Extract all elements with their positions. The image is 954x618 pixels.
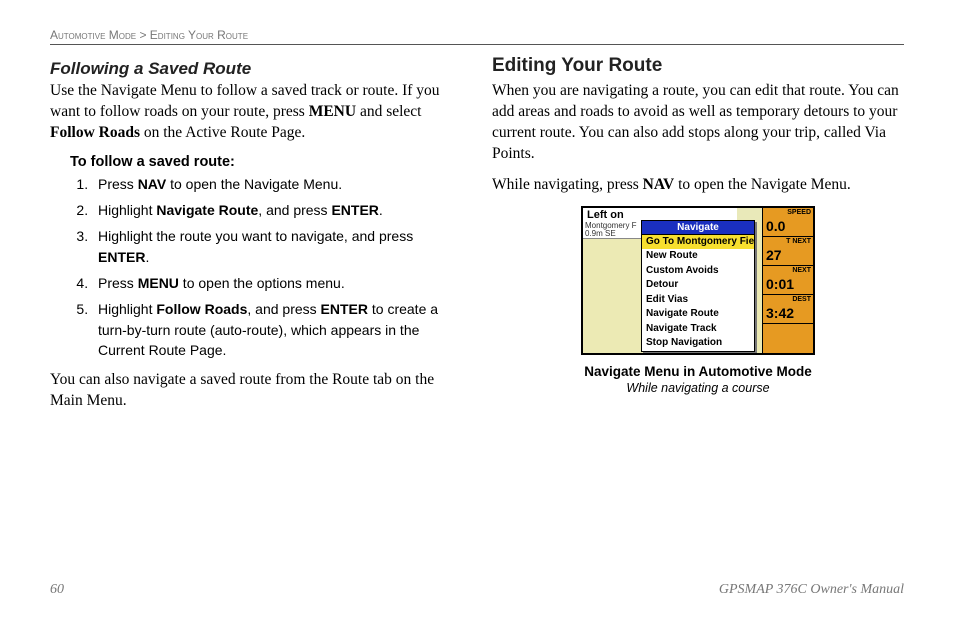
- device-screenshot: Left on Montgomery F 0.9m SE SPEED 0.0 T…: [581, 206, 815, 355]
- breadcrumb-page: Editing Your Route: [150, 28, 248, 42]
- menu-item-navigate-route: Navigate Route: [642, 307, 754, 322]
- step-3: Highlight the route you want to navigate…: [92, 226, 462, 267]
- menu-item-goto: Go To Montgomery Fie: [642, 235, 754, 250]
- left-intro: Use the Navigate Menu to follow a saved …: [50, 81, 462, 144]
- steps-heading: To follow a saved route:: [70, 154, 462, 170]
- ss-cell-speed: SPEED 0.0: [763, 208, 813, 237]
- manual-title: GPSMAP 376C Owner's Manual: [719, 582, 904, 598]
- right-heading: Editing Your Route: [492, 55, 904, 77]
- step-1: Press NAV to open the Navigate Menu.: [92, 174, 462, 194]
- breadcrumb-section: Automotive Mode: [50, 28, 136, 42]
- steps-list: Press NAV to open the Navigate Menu. Hig…: [70, 174, 462, 360]
- ss-cell-tnext: T NEXT 27: [763, 237, 813, 266]
- step-2: Highlight Navigate Route, and press ENTE…: [92, 200, 462, 220]
- menu-item-new-route: New Route: [642, 249, 754, 264]
- menu-item-detour: Detour: [642, 278, 754, 293]
- right-p2: While navigating, press NAV to open the …: [492, 175, 904, 196]
- figure: Left on Montgomery F 0.9m SE SPEED 0.0 T…: [492, 206, 904, 395]
- menu-item-navigate-track: Navigate Track: [642, 322, 754, 337]
- right-column: Editing Your Route When you are navigati…: [492, 55, 904, 422]
- menu-item-stop-navigation: Stop Navigation: [642, 336, 754, 351]
- ss-cell-next: NEXT 0:01: [763, 266, 813, 295]
- navigate-menu: Navigate Go To Montgomery Fie New Route …: [641, 220, 755, 352]
- left-heading: Following a Saved Route: [50, 59, 462, 79]
- figure-caption-2: While navigating a course: [492, 381, 904, 395]
- page-number: 60: [50, 582, 64, 598]
- right-p1: When you are navigating a route, you can…: [492, 81, 904, 165]
- menu-title: Navigate: [642, 221, 754, 235]
- left-column: Following a Saved Route Use the Navigate…: [50, 55, 462, 422]
- left-outro: You can also navigate a saved route from…: [50, 370, 462, 412]
- menu-item-edit-vias: Edit Vias: [642, 293, 754, 308]
- ss-strip: Montgomery F 0.9m SE: [583, 222, 642, 239]
- footer: 60 GPSMAP 376C Owner's Manual: [50, 582, 904, 598]
- step-5: Highlight Follow Roads, and press ENTER …: [92, 299, 462, 360]
- menu-item-custom-avoids: Custom Avoids: [642, 264, 754, 279]
- breadcrumb-sep: >: [139, 28, 146, 42]
- ss-cell-dest: DEST 3:42: [763, 295, 813, 324]
- breadcrumb: Automotive Mode > Editing Your Route: [50, 28, 904, 45]
- figure-caption-1: Navigate Menu in Automotive Mode: [492, 364, 904, 379]
- step-4: Press MENU to open the options menu.: [92, 273, 462, 293]
- ss-sidebar: SPEED 0.0 T NEXT 27 NEXT 0:01 DEST: [762, 208, 813, 353]
